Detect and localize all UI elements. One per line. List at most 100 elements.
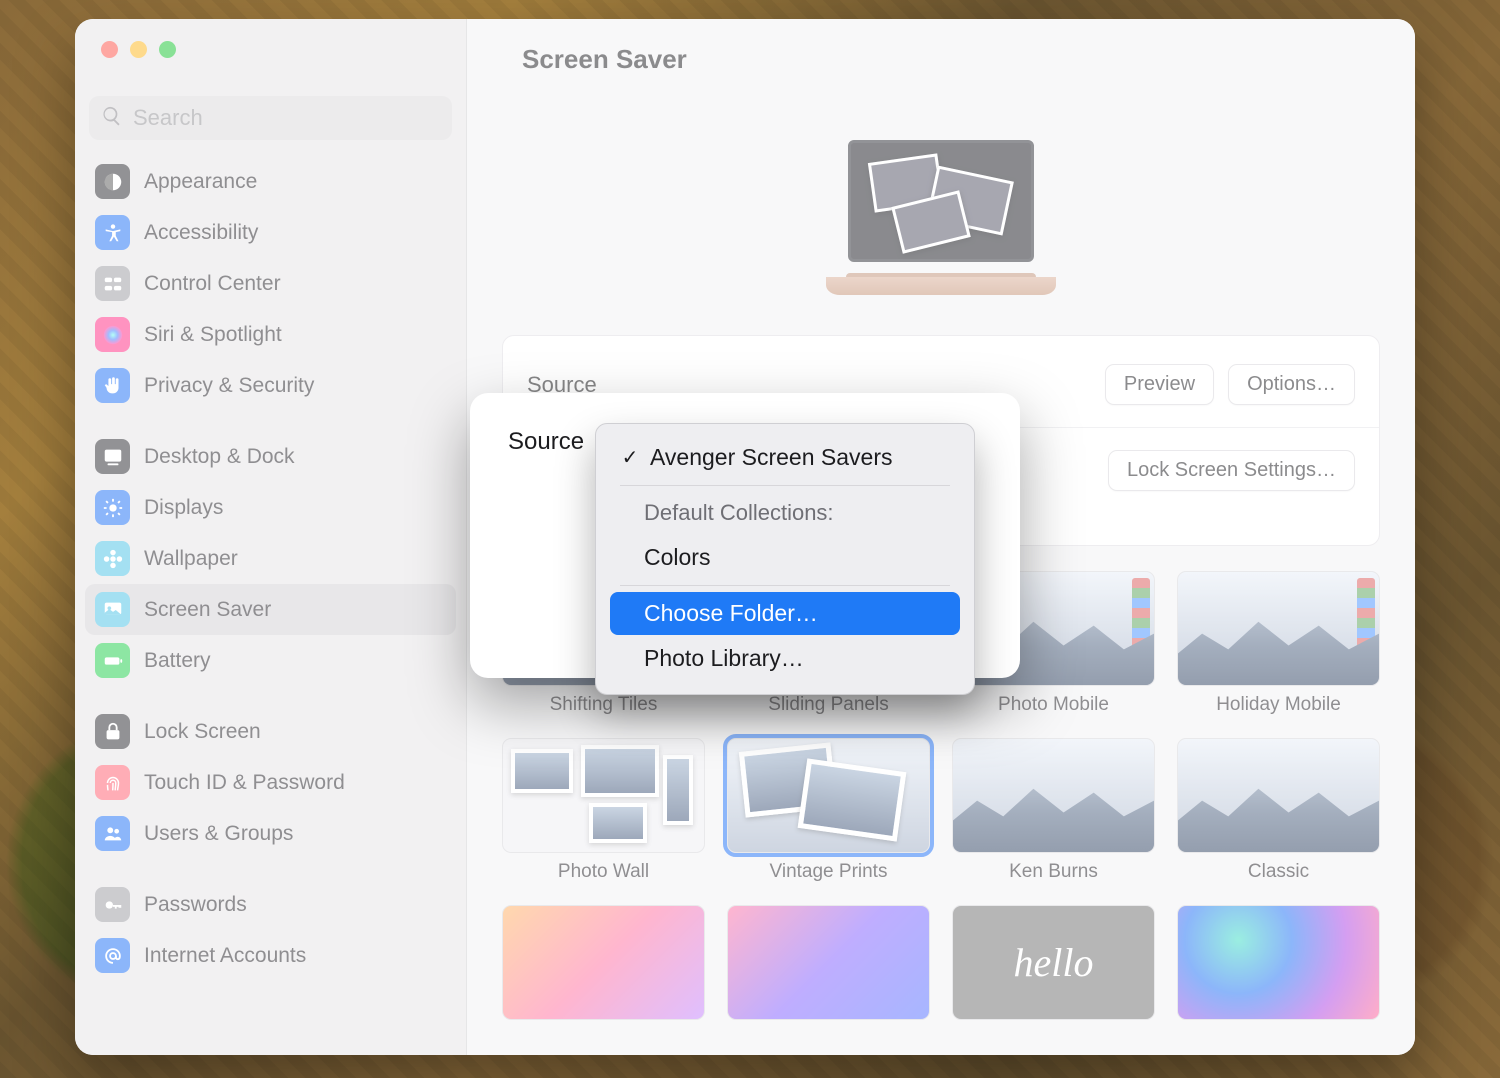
at-icon (95, 938, 130, 973)
menu-item-label: Colors (644, 544, 710, 571)
search-input[interactable] (133, 105, 440, 131)
screensaver-tile[interactable] (727, 905, 930, 1028)
screensaver-thumbnail[interactable]: hello (952, 905, 1155, 1020)
sidebar-item-label: Lock Screen (144, 720, 261, 744)
screensaver-thumbnail[interactable] (502, 905, 705, 1020)
page-title: Screen Saver (522, 44, 1380, 75)
sidebar-item-label: Internet Accounts (144, 944, 306, 968)
sidebar-item-label: Screen Saver (144, 598, 271, 622)
sun-icon (95, 490, 130, 525)
window-controls (75, 19, 466, 58)
sidebar-item-appearance[interactable]: Appearance (85, 156, 456, 207)
fingerprint-icon (95, 765, 130, 800)
menu-item-label: Choose Folder… (644, 600, 818, 627)
lock-screen-settings-button[interactable]: Lock Screen Settings… (1108, 450, 1355, 491)
screensaver-thumbnail[interactable] (727, 905, 930, 1020)
sidebar-item-label: Appearance (144, 170, 257, 194)
sidebar-item-passwords[interactable]: Passwords (85, 879, 456, 930)
sidebar-item-privacy-security[interactable]: Privacy & Security (85, 360, 456, 411)
screensaver-tile[interactable]: hello (952, 905, 1155, 1028)
screensaver-thumbnail[interactable] (1177, 738, 1380, 853)
sidebar-item-internet-accounts[interactable]: Internet Accounts (85, 930, 456, 981)
menu-item-colors[interactable]: Colors (610, 536, 960, 579)
sidebar-item-touch-id-password[interactable]: Touch ID & Password (85, 757, 456, 808)
screensaver-tile[interactable]: Vintage Prints (727, 738, 930, 883)
sidebar-item-desktop-dock[interactable]: Desktop & Dock (85, 431, 456, 482)
sidebar-item-control-center[interactable]: Control Center (85, 258, 456, 309)
screensaver-tile-label: Vintage Prints (770, 861, 888, 883)
screensaver-tile-label: Ken Burns (1009, 861, 1098, 883)
desktop-wallpaper: Appearance Accessibility Control Center Sir… (0, 0, 1500, 1078)
control-center-icon (95, 266, 130, 301)
screensaver-tile-label: Photo Mobile (998, 694, 1109, 716)
sidebar-item-label: Control Center (144, 272, 281, 296)
key-icon (95, 887, 130, 922)
sidebar-nav: Appearance Accessibility Control Center Sir… (75, 156, 466, 981)
menu-item-photo-library[interactable]: Photo Library… (610, 637, 960, 680)
menu-heading-default-collections: Default Collections: (610, 492, 960, 534)
battery-icon (95, 643, 130, 678)
users-icon (95, 816, 130, 851)
screensaver-tile[interactable]: Photo Wall (502, 738, 705, 883)
sidebar-item-label: Passwords (144, 893, 247, 917)
main-header: Screen Saver (467, 19, 1415, 90)
sidebar-item-label: Accessibility (144, 221, 258, 245)
laptop-screen (848, 140, 1034, 262)
screensaver-tile-label: Classic (1248, 861, 1309, 883)
screensaver-tile[interactable]: Classic (1177, 738, 1380, 883)
sidebar-item-label: Battery (144, 649, 211, 673)
sidebar-item-label: Siri & Spotlight (144, 323, 282, 347)
sidebar-item-screen-saver[interactable]: Screen Saver (85, 584, 456, 635)
sidebar-item-label: Privacy & Security (144, 374, 314, 398)
screensaver-tile[interactable] (1177, 905, 1380, 1028)
sidebar-item-users-groups[interactable]: Users & Groups (85, 808, 456, 859)
screensaver-thumbnail[interactable] (1177, 571, 1380, 686)
siri-icon (95, 317, 130, 352)
sidebar-item-lock-screen[interactable]: Lock Screen (85, 706, 456, 757)
dock-icon (95, 439, 130, 474)
menu-item-label: Photo Library… (644, 645, 804, 672)
sidebar-item-label: Touch ID & Password (144, 771, 345, 795)
zoom-window-button[interactable] (159, 41, 176, 58)
hand-icon (95, 368, 130, 403)
sidebar-item-label: Users & Groups (144, 822, 293, 846)
sidebar: Appearance Accessibility Control Center Sir… (75, 19, 467, 1055)
source-dropdown-menu: ✓ Avenger Screen Savers Default Collecti… (595, 423, 975, 695)
screensaver-tile-label: Shifting Tiles (550, 694, 658, 716)
sheet-source-label: Source (508, 428, 584, 456)
menu-separator (620, 585, 950, 586)
sidebar-item-battery[interactable]: Battery (85, 635, 456, 686)
sidebar-item-wallpaper[interactable]: Wallpaper (85, 533, 456, 584)
sidebar-item-label: Desktop & Dock (144, 445, 295, 469)
screensaver-thumbnail[interactable] (727, 738, 930, 853)
close-window-button[interactable] (101, 41, 118, 58)
screensaver-tile-label: Holiday Mobile (1216, 694, 1341, 716)
screensaver-tile-label: Sliding Panels (768, 694, 888, 716)
search-icon (101, 105, 123, 132)
sidebar-item-displays[interactable]: Displays (85, 482, 456, 533)
menu-separator (620, 485, 950, 486)
screensaver-thumbnail[interactable] (952, 738, 1155, 853)
sidebar-item-siri-spotlight[interactable]: Siri & Spotlight (85, 309, 456, 360)
screensaver-tile[interactable]: Ken Burns (952, 738, 1155, 883)
screensaver-icon (95, 592, 130, 627)
laptop-preview (826, 140, 1056, 295)
accessibility-icon (95, 215, 130, 250)
checkmark-icon: ✓ (620, 445, 640, 470)
screensaver-tile[interactable] (502, 905, 705, 1028)
screensaver-thumbnail[interactable] (1177, 905, 1380, 1020)
search-field[interactable] (89, 96, 452, 140)
minimize-window-button[interactable] (130, 41, 147, 58)
menu-item-choose-folder[interactable]: Choose Folder… (610, 592, 960, 635)
screensaver-tile-label: Photo Wall (558, 861, 649, 883)
screensaver-tile[interactable]: Holiday Mobile (1177, 571, 1380, 716)
sidebar-item-accessibility[interactable]: Accessibility (85, 207, 456, 258)
menu-item-current-folder[interactable]: ✓ Avenger Screen Savers (610, 436, 960, 479)
screensaver-thumbnail[interactable] (502, 738, 705, 853)
flower-icon (95, 541, 130, 576)
lock-icon (95, 714, 130, 749)
preview-button[interactable]: Preview (1105, 364, 1214, 405)
screensaver-preview (467, 140, 1415, 295)
options-button[interactable]: Options… (1228, 364, 1355, 405)
appearance-icon (95, 164, 130, 199)
